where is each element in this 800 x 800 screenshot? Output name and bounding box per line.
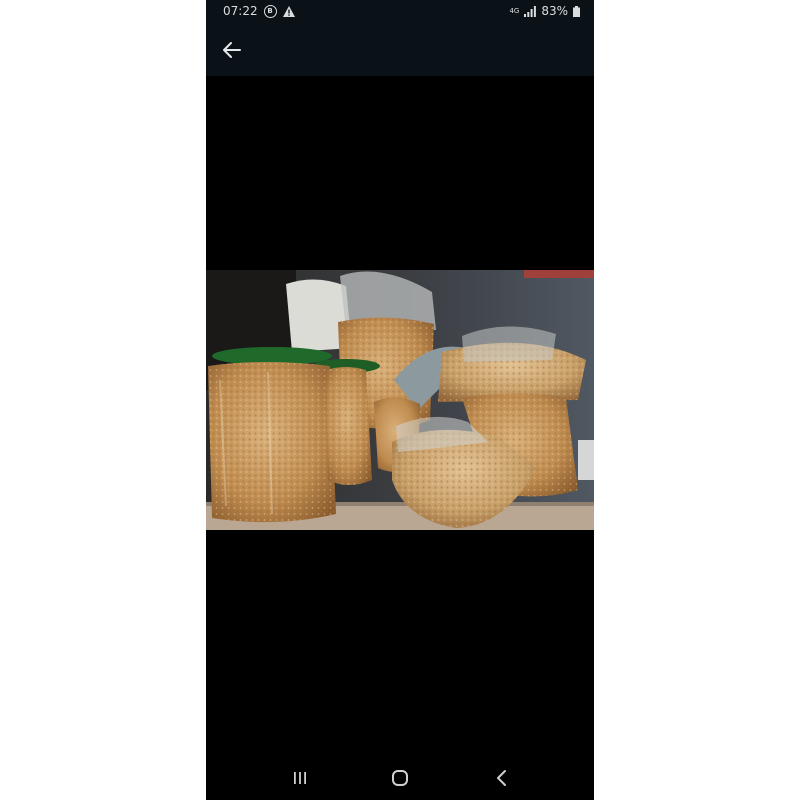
warning-icon <box>282 5 295 17</box>
status-time: 07:22 <box>223 4 258 18</box>
status-right: 4G 83% <box>509 4 580 18</box>
network-type: 4G <box>509 6 520 15</box>
battery-percentage: 83% <box>541 4 568 18</box>
app-bar <box>206 24 594 76</box>
navigation-bar <box>206 756 594 800</box>
product-photo[interactable] <box>206 270 594 530</box>
image-viewer <box>206 76 594 756</box>
status-left: 07:22 B <box>223 4 295 18</box>
battery-icon <box>573 5 580 17</box>
back-chevron-icon[interactable] <box>490 766 514 790</box>
home-icon[interactable] <box>388 766 412 790</box>
status-bar: 07:22 B 4G 83% <box>206 0 594 24</box>
arrow-left-icon[interactable] <box>220 38 244 62</box>
notification-b-icon: B <box>263 4 277 18</box>
signal-icon <box>524 5 537 17</box>
recent-apps-icon[interactable] <box>288 766 312 790</box>
phone-screen: 07:22 B 4G 83% <box>206 0 594 800</box>
